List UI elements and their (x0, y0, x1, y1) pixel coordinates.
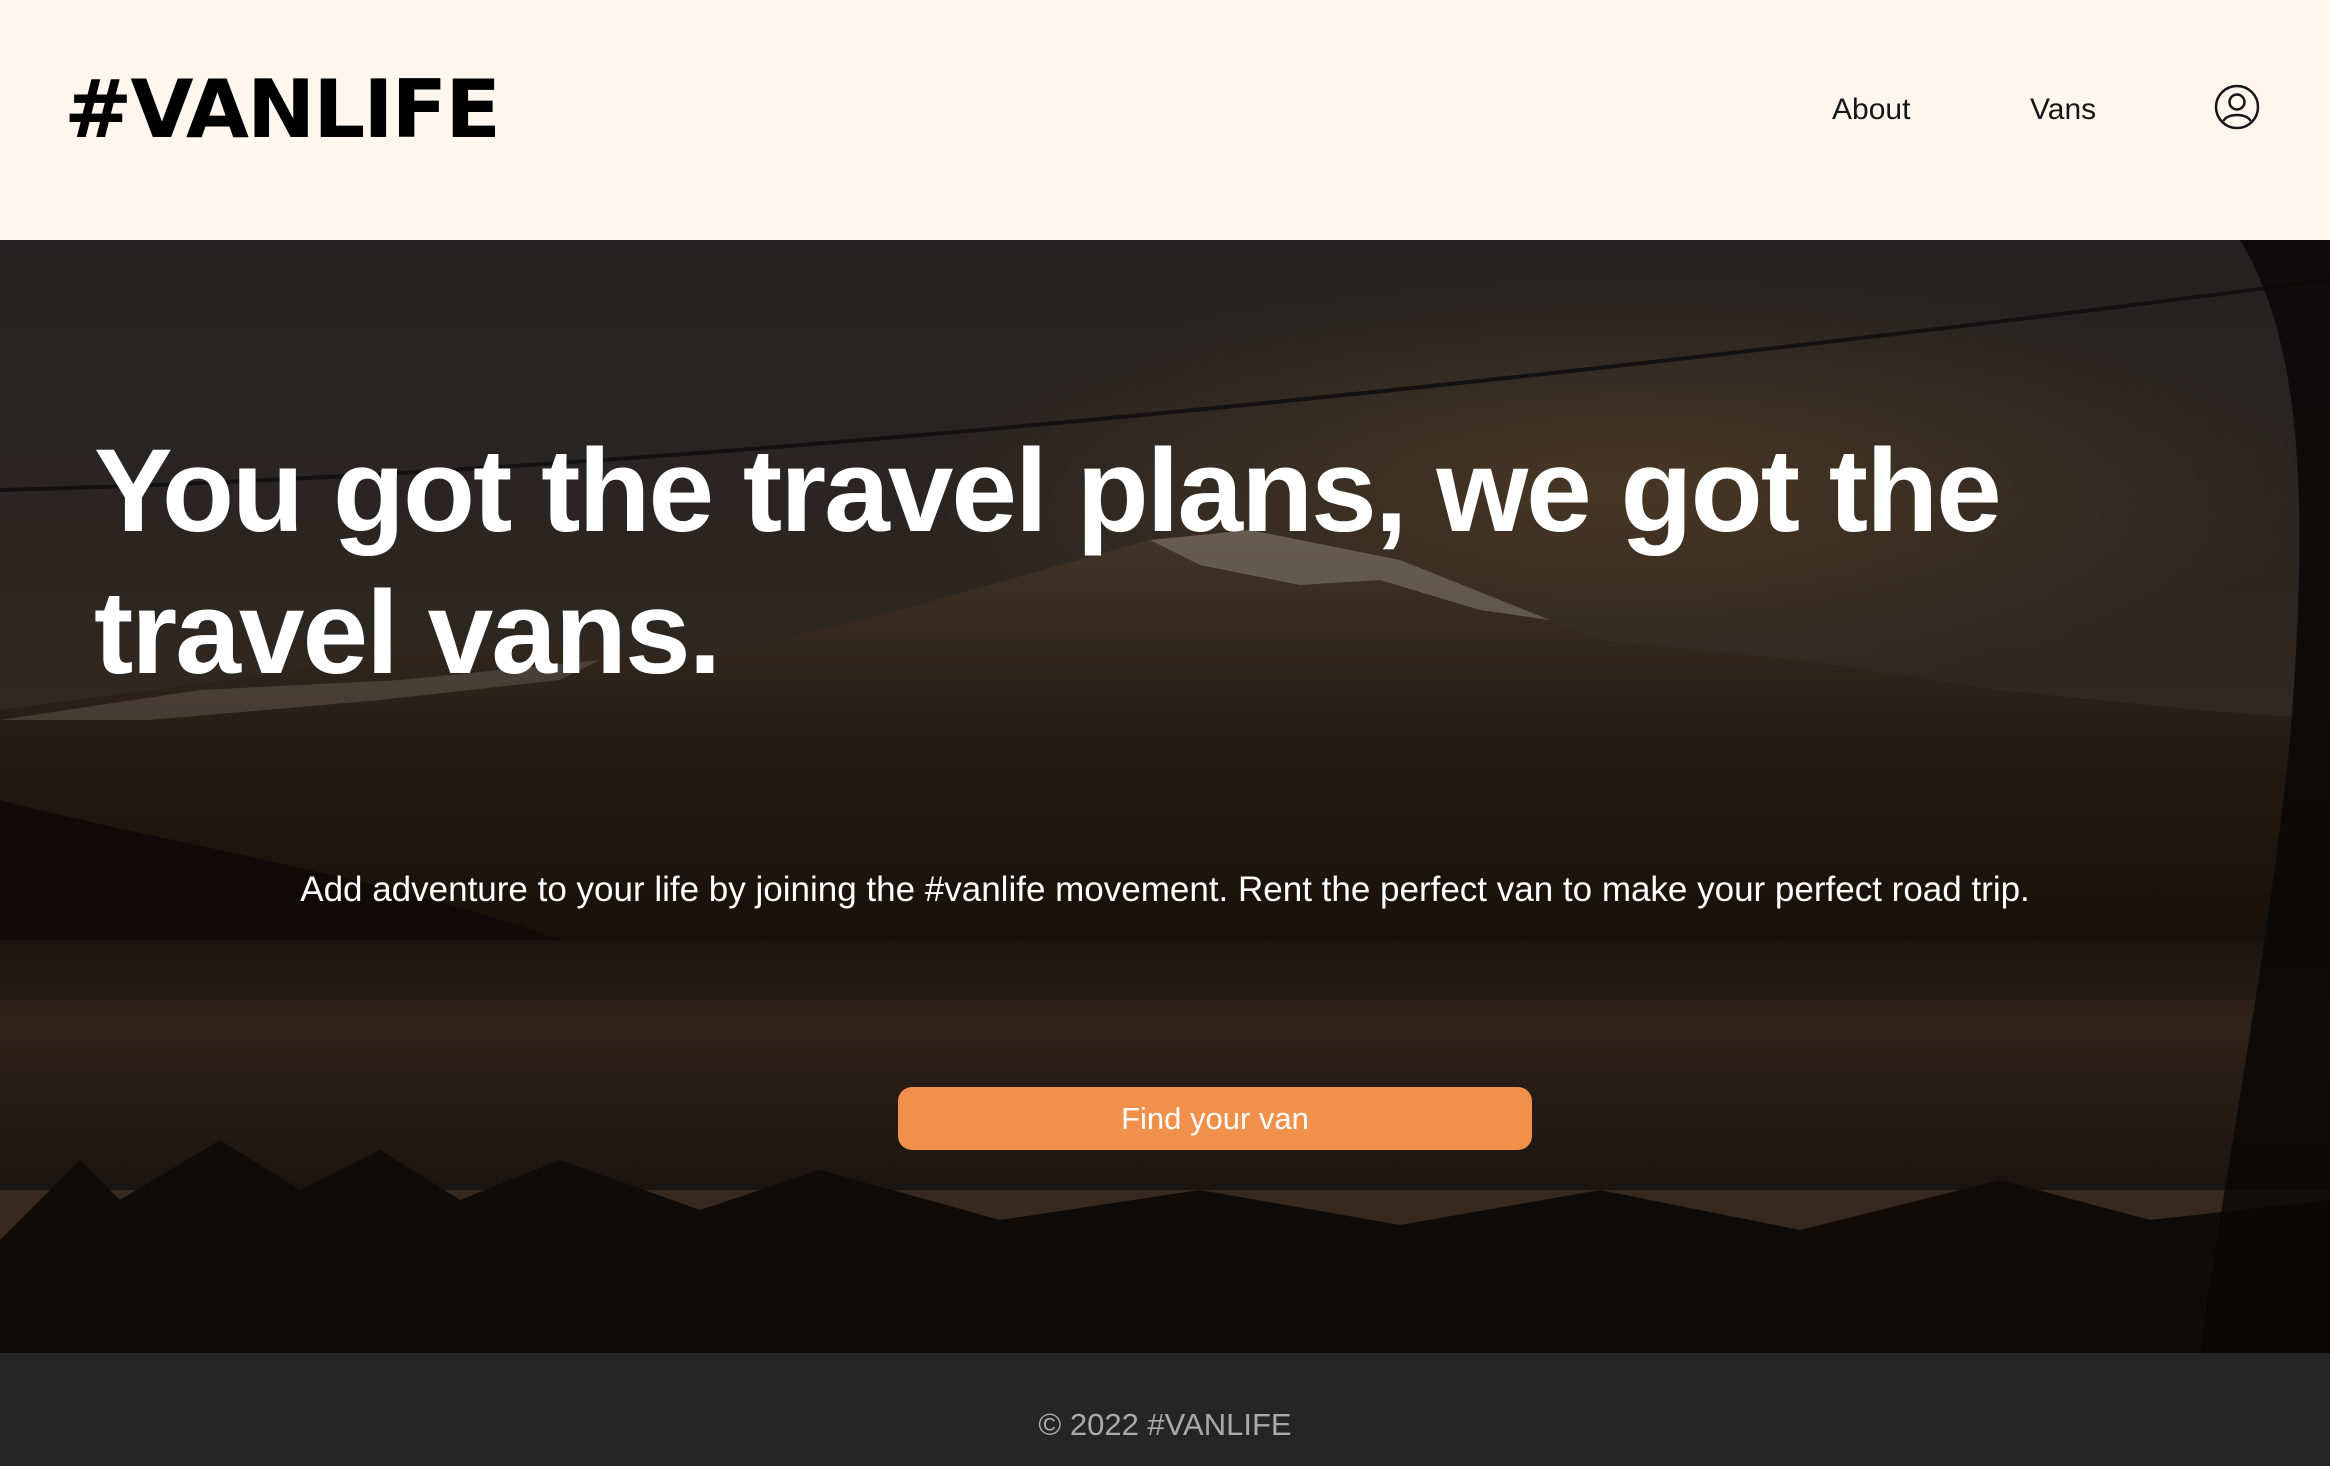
nav-link-vans[interactable]: Vans (2030, 92, 2096, 128)
site-footer: © 2022 #VANLIFE (0, 1353, 2330, 1466)
footer-copyright: © 2022 #VANLIFE (1038, 1407, 1292, 1442)
hero-title: You got the travel plans, we got the tra… (94, 425, 2002, 699)
nav-link-about[interactable]: About (1832, 92, 1910, 128)
user-circle-icon[interactable] (2214, 84, 2260, 130)
hero-section: You got the travel plans, we got the tra… (0, 240, 2330, 1353)
site-header: #VANLIFE About Vans (0, 0, 2330, 240)
hero-subtitle: Add adventure to your life by joining th… (300, 870, 2030, 909)
hero-background-image (0, 240, 2330, 1353)
site-logo[interactable]: #VANLIFE (64, 64, 501, 156)
find-your-van-button[interactable]: Find your van (898, 1087, 1532, 1150)
page: #VANLIFE About Vans You got the travel p… (0, 0, 2330, 1466)
